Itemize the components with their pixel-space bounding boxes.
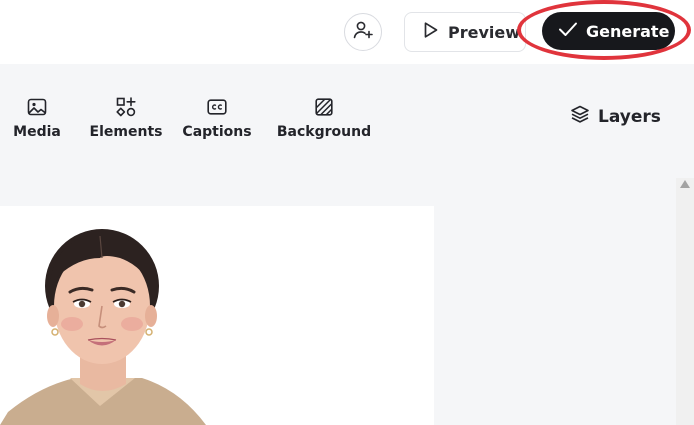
toolbar-item-captions[interactable]: Captions: [182, 96, 252, 140]
video-editor: Preview Generate Media Elements Captions…: [0, 0, 694, 425]
toolbar-item-label: Elements: [89, 124, 163, 140]
generate-label: Generate: [586, 21, 670, 41]
generate-button[interactable]: Generate: [542, 12, 675, 50]
layers-button[interactable]: Layers: [570, 104, 661, 129]
canvas-area: [0, 206, 694, 425]
video-canvas[interactable]: [0, 206, 434, 425]
toolbar-item-background[interactable]: Background: [277, 96, 371, 140]
toolbar-item-label: Captions: [182, 124, 252, 140]
toolbar-item-label: Media: [13, 124, 61, 140]
shapes-icon: [115, 96, 137, 118]
check-icon: [558, 21, 578, 41]
preview-label: Preview: [448, 22, 521, 42]
image-icon: [26, 96, 48, 118]
toolbar-item-elements[interactable]: Elements: [89, 96, 163, 140]
layers-icon: [570, 104, 590, 129]
invite-button[interactable]: [344, 13, 382, 51]
editor-toolbar: Media Elements Captions Background Layer…: [0, 64, 694, 206]
top-header: Preview Generate: [0, 0, 694, 64]
layers-label: Layers: [598, 106, 661, 127]
toolbar-item-label: Background: [276, 124, 372, 140]
scroll-up-arrow-icon[interactable]: [680, 180, 690, 188]
add-person-icon: [352, 19, 374, 45]
toolbar-item-media[interactable]: Media: [13, 96, 61, 140]
vertical-scrollbar[interactable]: [676, 178, 694, 425]
avatar-presenter[interactable]: [0, 206, 434, 425]
hatched-square-icon: [313, 96, 335, 118]
play-outline-icon: [423, 21, 439, 43]
cc-icon: [206, 96, 228, 118]
preview-button[interactable]: Preview: [404, 12, 526, 52]
